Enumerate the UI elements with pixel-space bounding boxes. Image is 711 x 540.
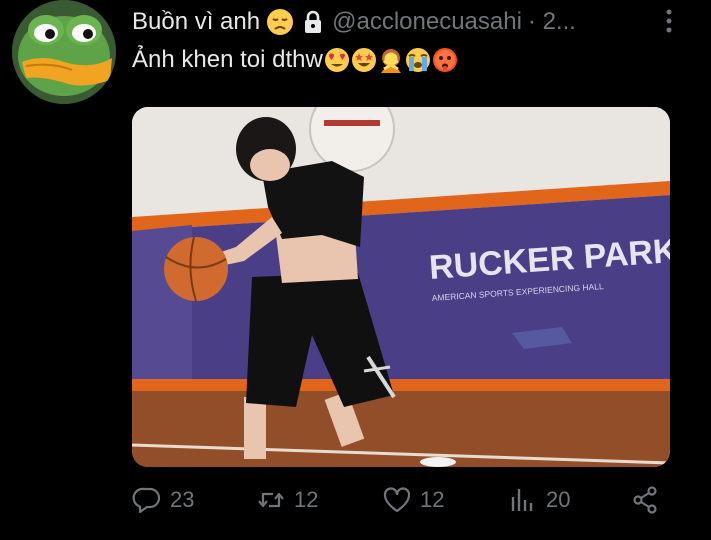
views-bar-chart-icon: [511, 489, 533, 511]
avatar[interactable]: [12, 0, 116, 104]
like-button[interactable]: 12: [382, 480, 444, 520]
reply-icon: [132, 487, 161, 514]
views-button[interactable]: 20: [508, 480, 570, 520]
loudly-crying-face-emoji-icon: [405, 47, 431, 73]
user-handle[interactable]: @acclonecuasahi: [332, 8, 522, 36]
share-icon: [633, 486, 657, 514]
share-button[interactable]: [630, 480, 660, 520]
basketball-player-photo: RUCKER PARK AMERICAN SPORTS EXPERIENCING…: [132, 107, 670, 467]
pepe-frog-avatar-image: [12, 0, 116, 104]
lock-icon: [300, 9, 326, 35]
retweet-icon: [258, 492, 284, 508]
heart-eyes-face-emoji-icon: [324, 47, 350, 73]
tweet-text-content: Ảnh khen toi dthw: [132, 46, 323, 73]
reply-count: 23: [170, 487, 195, 512]
heart-icon: [383, 487, 411, 513]
display-name[interactable]: Buồn vì anh: [132, 8, 260, 36]
tweet-media-photo[interactable]: RUCKER PARK AMERICAN SPORTS EXPERIENCING…: [132, 107, 670, 467]
like-count: 12: [420, 487, 445, 512]
tweet-text: Ảnh khen toi dthw: [132, 46, 458, 74]
timestamp[interactable]: · 2...: [528, 8, 576, 36]
views-count: 20: [546, 487, 571, 512]
woman-gesturing-no-emoji-icon: [378, 47, 404, 73]
more-options-icon[interactable]: [656, 8, 682, 34]
reply-button[interactable]: 23: [132, 480, 194, 520]
star-struck-face-emoji-icon: [351, 47, 377, 73]
retweet-button[interactable]: 12: [256, 480, 318, 520]
hot-face-emoji-icon: [432, 47, 458, 73]
tweet-action-bar: 23 12 12 20: [132, 480, 672, 520]
tweet-header: Buồn vì anh @acclonecuasahi · 2...: [132, 4, 662, 40]
disappointed-face-emoji-icon: [266, 8, 294, 36]
retweet-count: 12: [294, 487, 319, 512]
